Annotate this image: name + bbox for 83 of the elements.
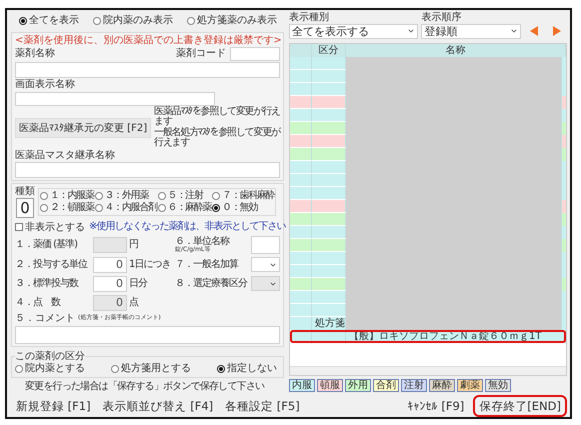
hidden-checkbox[interactable]: 非表示とする bbox=[15, 220, 85, 234]
legend-tag: 注射 bbox=[401, 379, 427, 392]
comment-field[interactable] bbox=[15, 326, 280, 344]
legend-tag: 頓服 bbox=[317, 379, 343, 392]
radio-button[interactable] bbox=[40, 204, 48, 212]
radio-button[interactable] bbox=[93, 16, 101, 25]
dropdown[interactable] bbox=[251, 257, 280, 272]
master-name-field[interactable] bbox=[15, 162, 280, 178]
field-label: 薬剤コード bbox=[176, 48, 226, 60]
radio-button[interactable] bbox=[15, 365, 23, 374]
display-order-dropdown[interactable]: 登録順 bbox=[421, 24, 521, 38]
radio-button[interactable] bbox=[94, 204, 103, 212]
kind-value: 0 bbox=[16, 198, 34, 218]
unit-label: 円 bbox=[129, 238, 139, 250]
radio-button[interactable] bbox=[19, 16, 27, 25]
field-label: ４．点 数 bbox=[15, 297, 62, 309]
drug-code-field[interactable] bbox=[230, 47, 280, 61]
radio-label[interactable]: 全てを表示 bbox=[29, 15, 79, 26]
radio-button[interactable] bbox=[111, 365, 119, 374]
display-type-dropdown[interactable]: 全てを表示する bbox=[289, 24, 418, 38]
radio-label[interactable]: ４：内服合剤 bbox=[104, 202, 157, 214]
table-row[interactable]: 処方箋 bbox=[290, 316, 566, 330]
radio-label[interactable]: ７：歯科麻酔 bbox=[222, 190, 274, 202]
radio-label[interactable]: 処方箋薬のみ表示 bbox=[197, 15, 277, 26]
warning-notice: <薬剤を使用後に、別の医薬品での上書き登録は厳禁です> bbox=[15, 34, 280, 46]
left-triangle-icon bbox=[530, 26, 538, 36]
field-label: 画面表示名称 bbox=[15, 79, 76, 90]
legend-tag: 内服 bbox=[289, 379, 315, 392]
radio-button[interactable] bbox=[212, 204, 220, 212]
legend-tag: 合剤 bbox=[373, 379, 399, 392]
help-note: ※使用しなくなった薬剤は、非表示として下さい bbox=[89, 220, 286, 232]
chevron-down-icon bbox=[407, 27, 416, 35]
radio-button[interactable] bbox=[158, 204, 166, 212]
unit-label: 1日につき bbox=[129, 259, 172, 271]
radio-label[interactable]: １：内服薬 bbox=[50, 190, 94, 202]
radio-label[interactable]: 院内薬のみ表示 bbox=[103, 15, 173, 26]
legend-tag: 外用 bbox=[345, 379, 371, 392]
chevron-down-icon bbox=[510, 27, 518, 35]
radio-label[interactable]: ３：外用薬 bbox=[104, 190, 148, 202]
field-label: ５．コメント bbox=[15, 312, 75, 324]
radio-button[interactable] bbox=[94, 192, 103, 200]
field-label: ３．標準投与数 bbox=[15, 278, 80, 290]
radio-label[interactable]: 処方箋用とする bbox=[121, 363, 191, 375]
unit-label: 日分 bbox=[129, 278, 148, 290]
field-label: 表示順序 bbox=[421, 12, 462, 24]
horizontal-scrollbar[interactable] bbox=[290, 366, 566, 375]
field-label: 医薬品マスタ継承名称 bbox=[15, 150, 116, 161]
radio-label[interactable]: ０：無効 bbox=[222, 202, 258, 214]
unit-label: 点 bbox=[129, 297, 140, 309]
legend-tag: 麻酔 bbox=[429, 379, 455, 392]
radio-label[interactable]: ２：頓服薬 bbox=[50, 202, 94, 214]
right-triangle-icon bbox=[553, 26, 561, 36]
radio-label[interactable]: ５：注射 bbox=[168, 190, 203, 202]
legend-tag: 無効 bbox=[485, 379, 511, 392]
radio-label[interactable]: 院内薬とする bbox=[25, 363, 85, 375]
radio-button[interactable] bbox=[158, 192, 166, 200]
save-note: 変更を行った場合は「保存する」ボタンで保存して下さい bbox=[25, 380, 264, 392]
drug-name-field[interactable] bbox=[15, 62, 280, 78]
master-change-button[interactable]: 医薬品ﾏｽﾀ継承元の変更 [F2] bbox=[15, 118, 152, 138]
radio-button[interactable] bbox=[187, 16, 195, 25]
field-label: 薬剤名称 bbox=[15, 48, 55, 60]
radio-label[interactable]: ６：麻酔薬 bbox=[168, 202, 212, 214]
number-field[interactable]: 0 bbox=[93, 256, 127, 273]
radio-label[interactable]: 指定しない bbox=[227, 363, 277, 375]
legend-tag: 劇薬 bbox=[457, 379, 483, 392]
help-note: 医薬品ﾏｽﾀを参照して変更が行えます bbox=[154, 106, 280, 127]
number-field[interactable]: 0 bbox=[93, 276, 127, 292]
unit-name-field[interactable] bbox=[251, 236, 280, 254]
field-label: ６．単位名称 bbox=[175, 236, 230, 246]
function-button[interactable]: 保存終了[END] bbox=[473, 395, 567, 417]
field-label: 表示種別 bbox=[289, 12, 330, 24]
radio-button[interactable] bbox=[217, 365, 225, 374]
radio-button[interactable] bbox=[212, 192, 220, 200]
field-label: ７．一般名加算 bbox=[175, 259, 240, 271]
field-label: 種類 bbox=[15, 186, 35, 198]
help-note: 一般名処方ﾏｽﾀを参照して変更が行えます bbox=[154, 128, 280, 148]
group-title: この薬剤の区分 bbox=[15, 350, 85, 362]
display-name-field[interactable] bbox=[15, 92, 215, 106]
field-label: ８．選定療養区分 bbox=[175, 278, 248, 290]
radio-button[interactable] bbox=[40, 192, 48, 200]
field-label: ２．投与する単位 bbox=[15, 259, 88, 271]
table-row[interactable] bbox=[290, 56, 566, 70]
field-label: １．薬価 (基準) bbox=[15, 238, 78, 250]
